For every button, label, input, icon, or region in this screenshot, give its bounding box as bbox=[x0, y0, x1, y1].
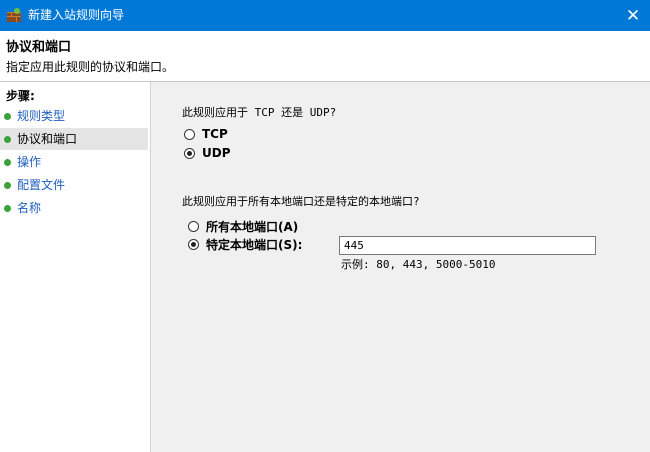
radio-all-ports-label: 所有本地端口(A) bbox=[206, 219, 299, 234]
wizard-header: 协议和端口 指定应用此规则的协议和端口。 bbox=[0, 31, 650, 82]
close-button[interactable]: ✕ bbox=[616, 0, 650, 31]
sidebar-item-protocol-ports[interactable]: 协议和端口 bbox=[0, 128, 148, 150]
sidebar-item-profile[interactable]: 配置文件 bbox=[0, 174, 148, 196]
sidebar-item-label: 规则类型 bbox=[17, 109, 66, 123]
sidebar-item-action[interactable]: 操作 bbox=[0, 151, 148, 173]
sidebar-item-name[interactable]: 名称 bbox=[0, 197, 148, 219]
firewall-icon bbox=[7, 8, 21, 22]
window-title: 新建入站规则向导 bbox=[28, 8, 125, 22]
radio-udp[interactable]: UDP bbox=[184, 145, 231, 161]
radio-udp-indicator[interactable] bbox=[184, 147, 195, 159]
sidebar-item-rule-type[interactable]: 规则类型 bbox=[0, 105, 148, 127]
close-icon: ✕ bbox=[625, 5, 641, 26]
radio-all-ports[interactable]: 所有本地端口(A) bbox=[188, 218, 298, 234]
specific-ports-input[interactable]: 445 bbox=[339, 236, 596, 255]
main-panel: 此规则应用于 TCP 还是 UDP? TCP UDP 此规则应用于所有本地端口还… bbox=[151, 82, 650, 452]
step-bullet-icon bbox=[4, 182, 11, 189]
protocol-question: 此规则应用于 TCP 还是 UDP? bbox=[182, 106, 337, 119]
sidebar-item-label: 配置文件 bbox=[17, 178, 66, 192]
steps-sidebar: 步骤: 规则类型 协议和端口 操作 配置文件 名称 bbox=[0, 82, 151, 452]
radio-specific-ports[interactable]: 特定本地端口(S): bbox=[188, 236, 302, 252]
radio-tcp-indicator[interactable] bbox=[184, 128, 195, 140]
radio-all-ports-indicator[interactable] bbox=[188, 220, 199, 232]
sidebar-item-label: 协议和端口 bbox=[17, 132, 78, 146]
page-subtitle: 指定应用此规则的协议和端口。 bbox=[6, 60, 175, 74]
sidebar-item-label: 操作 bbox=[17, 155, 42, 169]
sidebar-item-label: 名称 bbox=[17, 201, 42, 215]
radio-udp-label: UDP bbox=[202, 146, 231, 160]
step-bullet-icon bbox=[4, 113, 11, 120]
radio-specific-ports-label: 特定本地端口(S): bbox=[206, 237, 303, 252]
page-title: 协议和端口 bbox=[6, 40, 72, 55]
radio-tcp[interactable]: TCP bbox=[184, 126, 228, 142]
step-bullet-icon bbox=[4, 205, 11, 212]
steps-title: 步骤: bbox=[6, 89, 35, 103]
radio-tcp-label: TCP bbox=[202, 127, 228, 141]
step-bullet-icon bbox=[4, 136, 11, 143]
port-question: 此规则应用于所有本地端口还是特定的本地端口? bbox=[182, 195, 420, 208]
radio-specific-ports-indicator[interactable] bbox=[188, 238, 199, 250]
title-bar: 新建入站规则向导 ✕ bbox=[0, 0, 650, 31]
port-example-hint: 示例: 80, 443, 5000-5010 bbox=[341, 258, 496, 271]
step-bullet-icon bbox=[4, 159, 11, 166]
